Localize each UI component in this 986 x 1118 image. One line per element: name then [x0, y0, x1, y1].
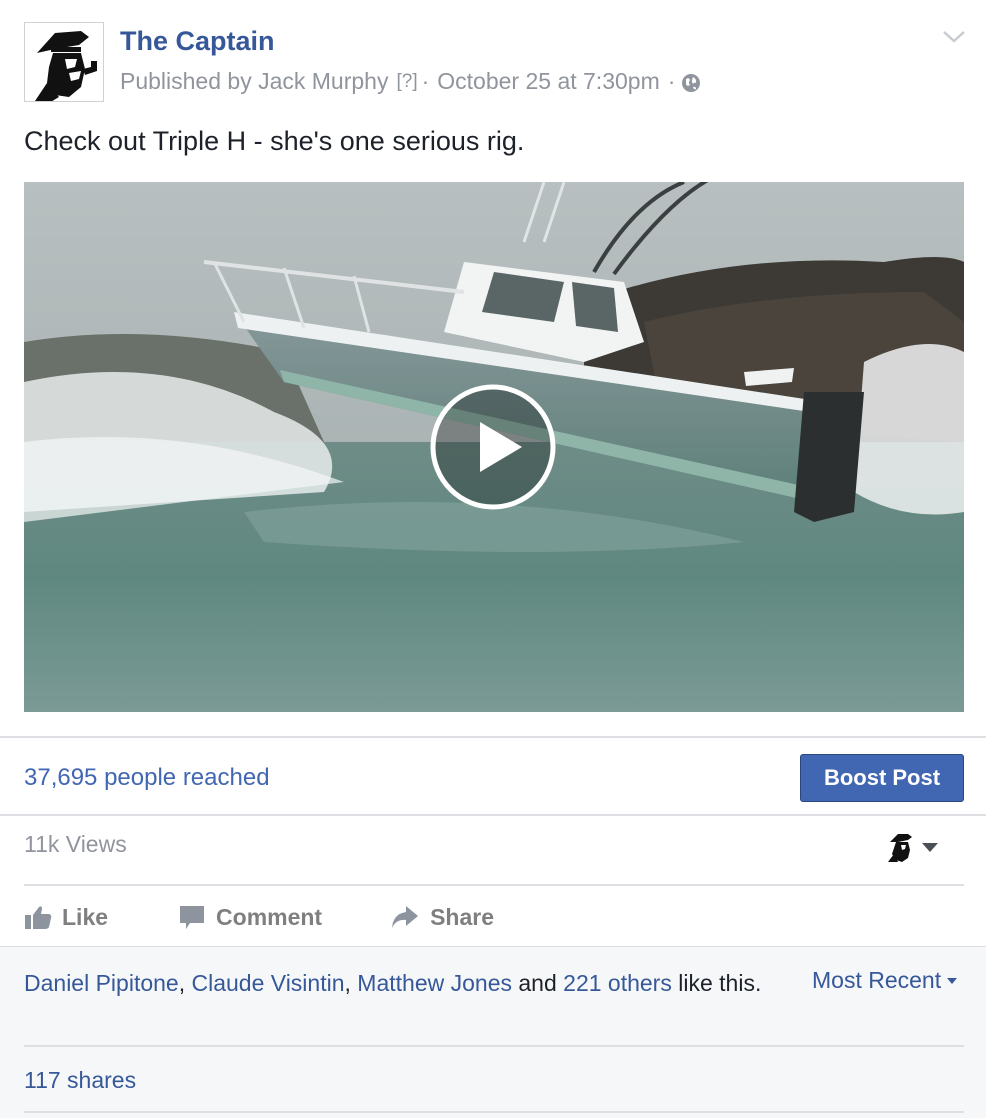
comment-button[interactable]: Comment: [178, 903, 322, 931]
views-count[interactable]: 11k Views: [24, 831, 127, 858]
divider-3: [24, 884, 964, 886]
boost-post-button[interactable]: Boost Post: [800, 754, 964, 802]
chevron-down-icon: [922, 842, 938, 852]
post-timestamp[interactable]: October 25 at 7:30pm: [437, 68, 659, 95]
feedback-section: Daniel Pipitone, Claude Visintin, Matthe…: [0, 946, 986, 1118]
divider-1: [0, 736, 986, 738]
share-arrow-icon: [392, 906, 419, 928]
caret-down-icon: [947, 977, 958, 984]
captain-avatar-icon: [25, 23, 103, 101]
page-name-link[interactable]: The Captain: [120, 26, 275, 57]
divider-2: [0, 814, 986, 816]
meta-separator: ·: [421, 68, 430, 94]
and-text: and: [518, 970, 557, 996]
divider-5: [24, 1111, 964, 1113]
liker-name[interactable]: Daniel Pipitone: [24, 970, 179, 996]
sort-label: Most Recent: [812, 967, 942, 993]
page-avatar[interactable]: [24, 22, 104, 102]
others-link[interactable]: 221 others: [563, 970, 672, 996]
video-player[interactable]: [24, 182, 964, 712]
play-icon[interactable]: [428, 382, 558, 512]
globe-icon[interactable]: [681, 72, 701, 92]
liker-name[interactable]: Matthew Jones: [357, 970, 512, 996]
likes-suffix: like this.: [678, 970, 762, 996]
meta-separator-2: ·: [667, 68, 676, 94]
comment-icon: [180, 906, 205, 929]
help-marker[interactable]: [?]: [396, 71, 417, 93]
share-label: Share: [430, 903, 495, 930]
people-reached-link[interactable]: 37,695 people reached: [24, 764, 270, 792]
captain-small-icon: [888, 834, 912, 862]
actor-selector[interactable]: [888, 828, 950, 866]
share-button[interactable]: Share: [390, 904, 494, 931]
liker-name[interactable]: Claude Visintin: [192, 970, 345, 996]
thumbs-up-icon: [25, 906, 52, 929]
shares-link[interactable]: 117 shares: [24, 1067, 136, 1094]
comma: ,: [344, 970, 351, 996]
comma: ,: [178, 970, 186, 996]
like-label: Like: [62, 903, 109, 930]
post-card: The Captain Published by Jack Murphy [?]…: [0, 0, 986, 1118]
comment-sort-dropdown[interactable]: Most Recent: [812, 967, 958, 994]
publisher-text[interactable]: Published by Jack Murphy: [120, 68, 388, 95]
action-bar: Like Comment Share: [24, 895, 562, 939]
post-meta: Published by Jack Murphy [?] · October 2…: [120, 68, 701, 95]
chevron-down-icon[interactable]: [940, 26, 968, 46]
likes-sentence: Daniel Pipitone, Claude Visintin, Matthe…: [24, 967, 784, 999]
post-text: Check out Triple H - she's one serious r…: [24, 126, 525, 156]
comment-label: Comment: [216, 903, 323, 930]
like-button[interactable]: Like: [24, 904, 108, 931]
divider-4: [24, 1045, 964, 1047]
